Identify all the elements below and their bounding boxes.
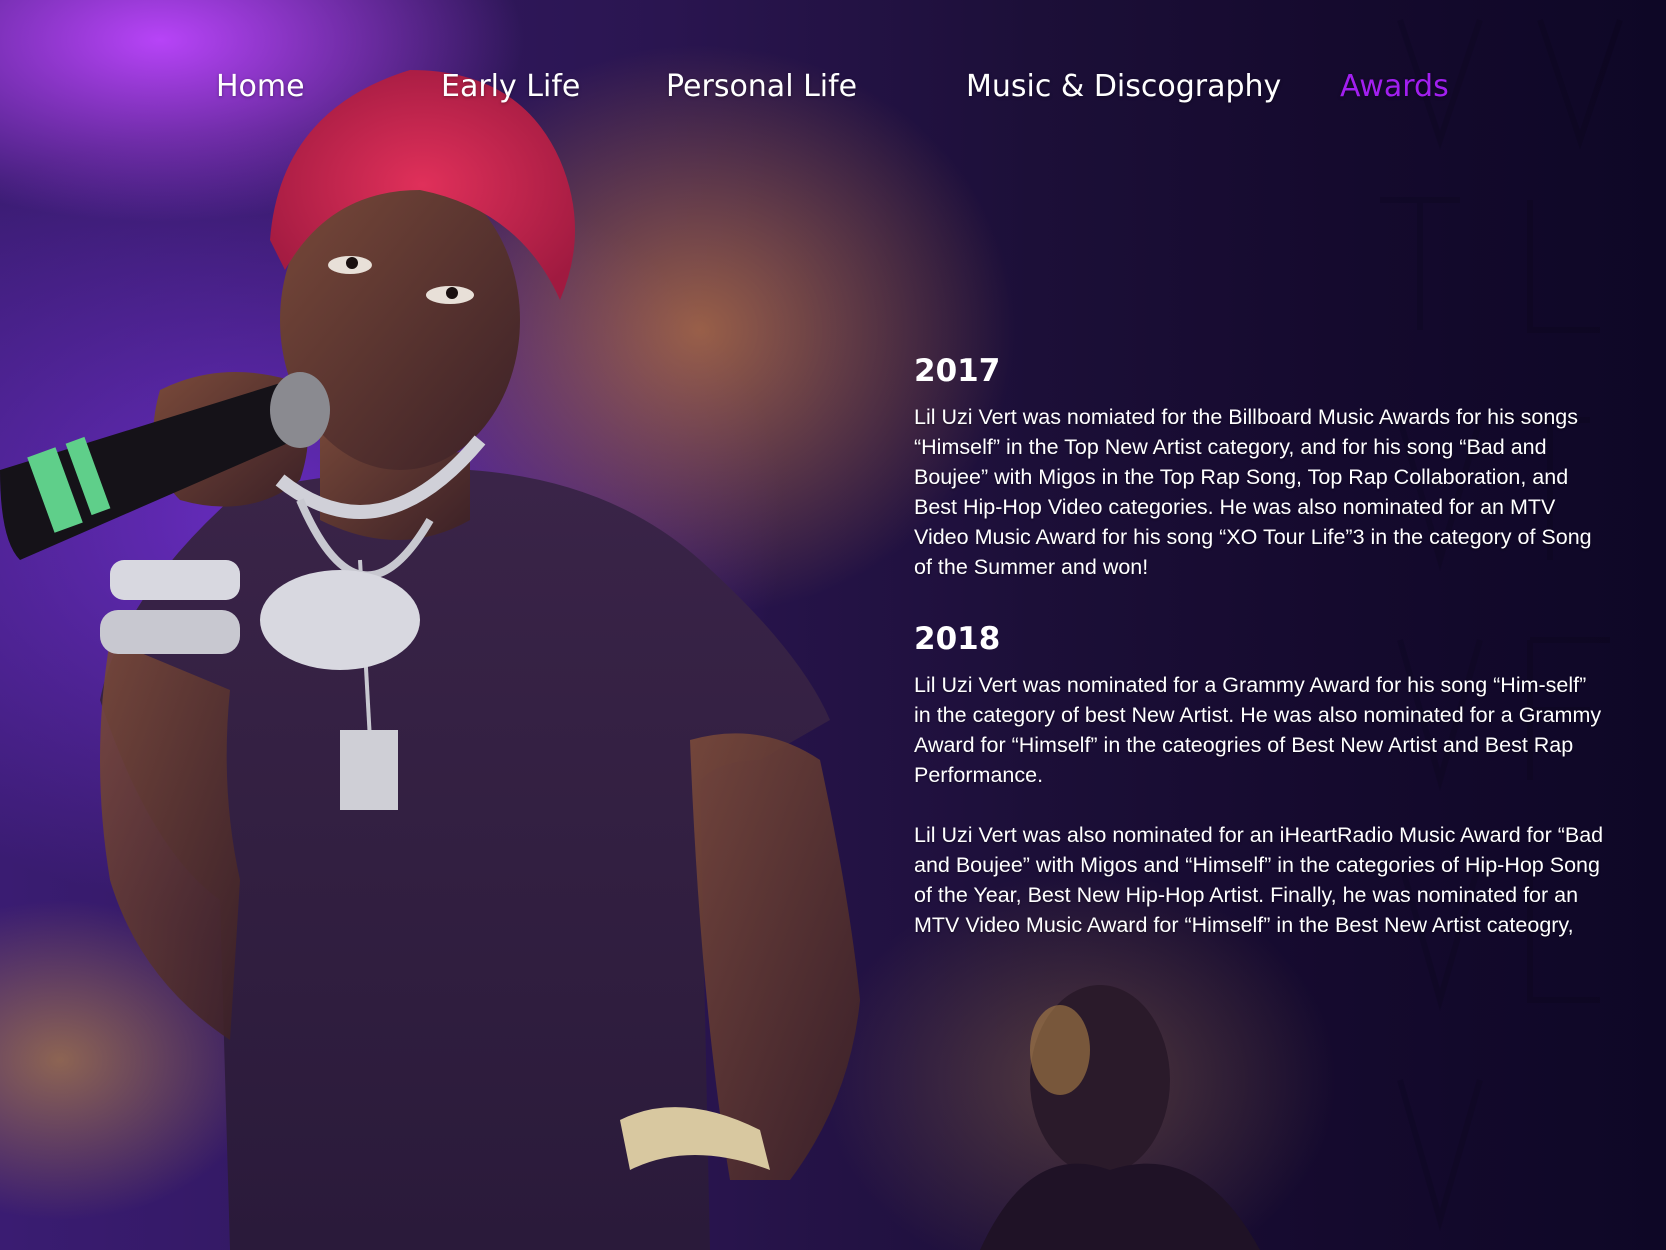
nav-link-music-discography[interactable]: Music & Discography: [966, 64, 1281, 110]
nav-link-early-life[interactable]: Early Life: [441, 64, 580, 110]
year-heading: 2018: [914, 621, 1001, 657]
nav-link-home[interactable]: Home: [216, 64, 305, 110]
award-paragraph: Lil Uzi Vert was nominated for a Grammy …: [914, 673, 1602, 787]
year-heading: 2017: [914, 353, 1001, 389]
awards-section-2018: 2018 Lil Uzi Vert was nominated for a Gr…: [914, 618, 1604, 940]
awards-content: 2017 Lil Uzi Vert was nomiated for the B…: [914, 350, 1604, 940]
awards-page: Home Early Life Personal Life Music & Di…: [0, 0, 1666, 1250]
main-nav: Home Early Life Personal Life Music & Di…: [0, 64, 1666, 114]
performer-photo: [0, 0, 880, 1250]
awards-section-2017: 2017 Lil Uzi Vert was nomiated for the B…: [914, 350, 1604, 582]
nav-link-personal-life[interactable]: Personal Life: [666, 64, 857, 110]
nav-link-awards[interactable]: Awards: [1340, 64, 1449, 110]
background-crowd-figure: [940, 930, 1300, 1250]
award-paragraph: Lil Uzi Vert was nomiated for the Billbo…: [914, 405, 1592, 579]
award-paragraph: Lil Uzi Vert was also nominated for an i…: [914, 823, 1604, 937]
